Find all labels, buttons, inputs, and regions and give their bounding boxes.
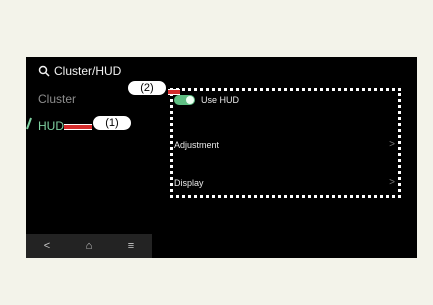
chevron-right-icon: > — [389, 177, 395, 188]
callout-line-1 — [64, 124, 92, 130]
use-hud-label: Use HUD — [201, 95, 240, 105]
back-icon[interactable]: < — [35, 237, 59, 255]
callout-1: (1) — [92, 115, 132, 131]
callout-line-2 — [168, 89, 180, 95]
adjustment-label: Adjustment — [174, 139, 220, 150]
use-hud-toggle[interactable] — [174, 95, 195, 105]
display-label: Display — [174, 177, 204, 188]
adjustment-row[interactable]: Adjustment > — [174, 139, 397, 150]
chevron-right-icon: > — [389, 139, 395, 150]
nav-item-cluster[interactable]: Cluster — [38, 92, 76, 106]
use-hud-row[interactable]: Use HUD — [174, 95, 239, 105]
menu-icon[interactable]: ≡ — [119, 237, 143, 255]
bottom-navigation: < ⌂ ≡ — [26, 234, 152, 258]
search-label: Cluster/HUD — [54, 64, 122, 78]
callout-2: (2) — [127, 80, 167, 96]
display-screen: Cluster/HUD Cluster HUD < ⌂ ≡ Use HUD Ad… — [26, 57, 417, 258]
search-icon — [38, 65, 50, 77]
search-bar[interactable]: Cluster/HUD — [38, 64, 121, 78]
display-row[interactable]: Display > — [174, 177, 397, 188]
active-indicator-icon — [26, 117, 32, 130]
nav-item-hud[interactable]: HUD — [38, 119, 64, 133]
home-icon[interactable]: ⌂ — [77, 237, 101, 255]
